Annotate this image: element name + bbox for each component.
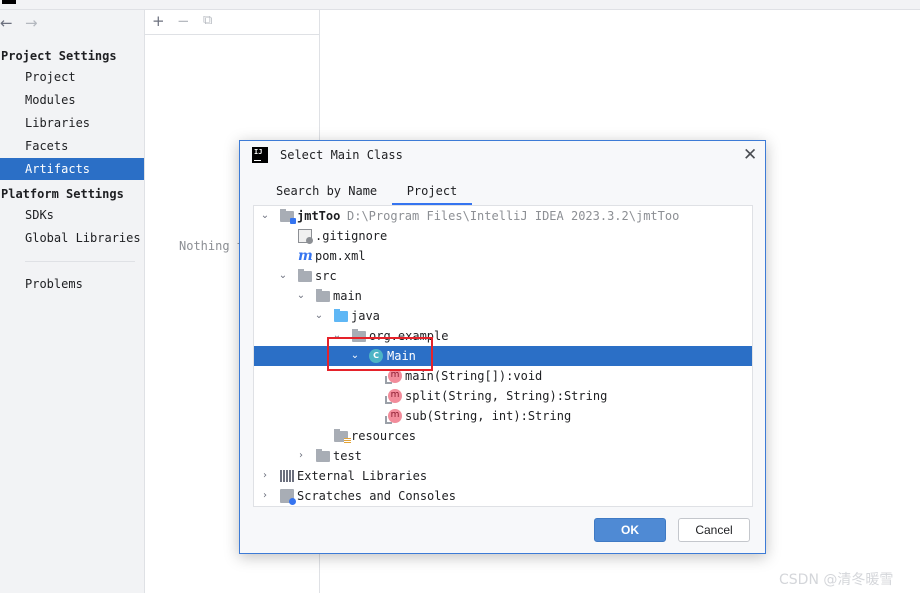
sidebar-divider xyxy=(25,261,135,262)
sidebar-item-modules[interactable]: Modules xyxy=(0,89,144,111)
tree-row-test[interactable]: › test xyxy=(254,446,752,466)
folder-icon xyxy=(316,449,330,462)
intellij-logo-icon: IJ xyxy=(252,147,268,163)
sidebar-item-sdks[interactable]: SDKs xyxy=(0,204,144,226)
tab-project[interactable]: Project xyxy=(392,181,472,205)
folder-icon xyxy=(298,269,312,282)
tree-label: src xyxy=(315,269,337,283)
tree-label: Scratches and Consoles xyxy=(297,489,456,503)
forward-arrow-icon[interactable]: → xyxy=(25,14,38,32)
chevron-right-icon[interactable]: › xyxy=(295,446,307,466)
chevron-right-icon[interactable]: › xyxy=(259,486,271,506)
tree-label: split(String, String):String xyxy=(405,389,608,403)
sidebar-item-project[interactable]: Project xyxy=(0,66,144,88)
sidebar-item-problems[interactable]: Problems xyxy=(0,273,144,295)
tree-row-external-libraries[interactable]: › External Libraries xyxy=(254,466,752,486)
cancel-button[interactable]: Cancel xyxy=(678,518,750,542)
sidebar-item-facets[interactable]: Facets xyxy=(0,135,144,157)
tree-row-main-folder[interactable]: ⌄ main xyxy=(254,286,752,306)
method-icon: m xyxy=(385,369,402,384)
gitignore-file-icon xyxy=(298,229,313,244)
dialog-title-bar: IJ Select Main Class ✕ xyxy=(240,141,765,171)
close-icon[interactable]: ✕ xyxy=(743,145,757,165)
folder-icon xyxy=(316,289,330,302)
tree-row-java[interactable]: ⌄ java xyxy=(254,306,752,326)
watermark: CSDN @清冬暖雪 xyxy=(779,572,894,588)
method-icon: m xyxy=(385,409,402,424)
sidebar-item-libraries[interactable]: Libraries xyxy=(0,112,144,134)
sidebar-item-artifacts[interactable]: Artifacts xyxy=(0,158,144,180)
scratches-icon xyxy=(280,489,296,505)
tree-label: .gitignore xyxy=(315,229,388,243)
intellij-logo-icon xyxy=(2,0,16,4)
tree-label: sub(String, int):String xyxy=(405,409,572,423)
settings-sidebar: ← → Project Settings Project Modules Lib… xyxy=(0,10,145,593)
tree-row-method[interactable]: m sub(String, int):String xyxy=(254,406,752,426)
module-folder-icon xyxy=(280,209,296,224)
copy-icon[interactable]: ⧉ xyxy=(203,12,212,30)
add-icon[interactable]: + xyxy=(152,12,165,30)
select-main-class-dialog: IJ Select Main Class ✕ Search by Name Pr… xyxy=(239,140,766,554)
project-settings-header: Project Settings xyxy=(1,49,117,63)
chevron-down-icon[interactable]: ⌄ xyxy=(295,286,307,306)
tree-row-src[interactable]: ⌄ src xyxy=(254,266,752,286)
empty-state-text: Nothing t xyxy=(179,239,245,253)
tree-row-method[interactable]: m split(String, String):String xyxy=(254,386,752,406)
chevron-right-icon[interactable]: › xyxy=(259,466,271,486)
tree-row-pom[interactable]: m pom.xml xyxy=(254,246,752,266)
platform-settings-header: Platform Settings xyxy=(1,187,124,201)
tree-label: main xyxy=(333,289,362,303)
tree-label: pom.xml xyxy=(315,249,366,263)
back-arrow-icon[interactable]: ← xyxy=(0,14,13,32)
chevron-down-icon[interactable]: ⌄ xyxy=(313,306,325,326)
tree-row-gitignore[interactable]: .gitignore xyxy=(254,226,752,246)
tree-label: jmtToo xyxy=(297,209,341,223)
method-icon: m xyxy=(385,389,402,404)
tab-search-by-name[interactable]: Search by Name xyxy=(276,181,377,205)
tree-row-jmttoo[interactable]: ⌄ jmtToo D:\Program Files\IntelliJ IDEA … xyxy=(254,206,752,226)
module-path: D:\Program Files\IntelliJ IDEA 2023.3.2\… xyxy=(347,209,680,223)
maven-icon: m xyxy=(298,248,313,264)
remove-icon[interactable]: − xyxy=(177,12,190,30)
tree-label: External Libraries xyxy=(297,469,428,483)
chevron-down-icon[interactable]: ⌄ xyxy=(277,266,289,286)
tree-label: java xyxy=(351,309,380,323)
libraries-icon xyxy=(280,470,294,482)
sidebar-item-global-libraries[interactable]: Global Libraries xyxy=(0,227,144,249)
dialog-title: Select Main Class xyxy=(280,148,403,162)
resources-folder-icon xyxy=(334,429,351,444)
tree-row-resources[interactable]: resources xyxy=(254,426,752,446)
artifacts-toolbar: + − ⧉ xyxy=(145,10,320,35)
source-folder-icon xyxy=(334,309,348,322)
annotation-highlight-box xyxy=(327,337,433,371)
tree-row-scratches[interactable]: › Scratches and Consoles xyxy=(254,486,752,506)
window-title-strip xyxy=(0,0,920,10)
chevron-down-icon[interactable]: ⌄ xyxy=(259,206,271,226)
tree-label: test xyxy=(333,449,362,463)
tree-label: resources xyxy=(351,429,417,443)
ok-button[interactable]: OK xyxy=(594,518,666,542)
